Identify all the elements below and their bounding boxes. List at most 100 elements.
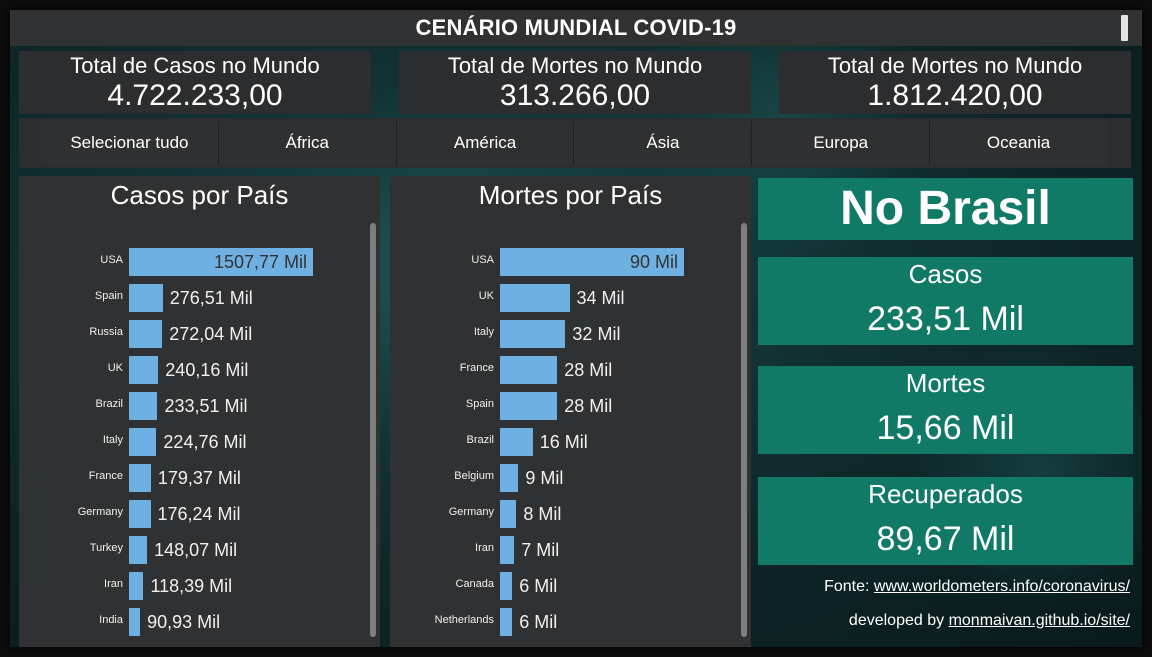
kpi-value: 4.722.233,00 <box>107 79 283 112</box>
developer-link[interactable]: monmaivan.github.io/site/ <box>949 612 1130 629</box>
bar[interactable] <box>500 356 558 384</box>
bar-row[interactable]: Germany 8 Mil <box>390 496 751 532</box>
bar-row[interactable]: Belgium 9 Mil <box>390 460 751 496</box>
slicer-item-europe[interactable]: Europa <box>752 121 931 165</box>
deaths-chart-title: Mortes por País <box>478 180 663 210</box>
category-label: USA <box>471 254 494 266</box>
cases-chart-scrollbar[interactable] <box>370 223 376 637</box>
bar[interactable] <box>129 608 141 636</box>
bar[interactable] <box>129 572 144 600</box>
bar[interactable] <box>129 284 163 312</box>
bar[interactable] <box>500 320 566 348</box>
slicer-item-asia[interactable]: Ásia <box>574 121 753 165</box>
kpi-label: Total de Mortes no Mundo <box>447 53 703 78</box>
bar-row[interactable]: USA 1507,77 Mil <box>19 244 380 280</box>
data-label: 32 Mil <box>572 324 621 344</box>
data-label: 272,04 Mil <box>169 324 253 344</box>
bar-row[interactable]: Brazil 16 Mil <box>390 424 751 460</box>
slicer-item-select-all[interactable]: Selecionar tudo <box>41 121 219 165</box>
card-label: Recuperados <box>868 479 1023 509</box>
bar-row[interactable]: Spain 276,51 Mil <box>19 280 380 316</box>
bar-row[interactable]: Canada 6 Mil <box>390 568 751 604</box>
bar[interactable] <box>500 428 533 456</box>
data-label: 8 Mil <box>523 504 562 524</box>
bar-row[interactable]: France 179,37 Mil <box>19 460 380 496</box>
cases-bar-chart: USA 1507,77 Mil Spain 276,51 Mil Russia 272,0… <box>19 244 380 636</box>
data-label: 34 Mil <box>576 288 625 308</box>
bar-row[interactable]: India 90,93 Mil <box>19 604 380 640</box>
deaths-chart-scrollbar[interactable] <box>741 223 747 637</box>
bar[interactable] <box>129 536 148 564</box>
kpi-total-deaths: Total de Mortes no Mundo 313.266,00 <box>399 51 751 114</box>
dashboard-frame: CENÁRIO MUNDIAL COVID-19 Total de Casos … <box>10 10 1142 647</box>
bar[interactable] <box>129 392 158 420</box>
bar[interactable] <box>129 428 157 456</box>
category-label: Germany <box>448 506 494 518</box>
category-label: Spain <box>94 290 123 302</box>
brasil-recovered-card: Recuperados 89,67 Mil <box>758 477 1133 565</box>
source-link[interactable]: www.worldometers.info/coronavirus/ <box>874 578 1130 595</box>
bar[interactable] <box>129 356 159 384</box>
kpi-value: 1.812.420,00 <box>867 79 1043 112</box>
bar[interactable] <box>129 500 151 528</box>
header-bar: CENÁRIO MUNDIAL COVID-19 <box>10 10 1142 46</box>
bar-row[interactable]: UK 34 Mil <box>390 280 751 316</box>
bar-row[interactable]: Italy 224,76 Mil <box>19 424 380 460</box>
data-label: 28 Mil <box>564 360 613 380</box>
bar-row[interactable]: Turkey 148,07 Mil <box>19 532 380 568</box>
data-label: 224,76 Mil <box>163 432 247 452</box>
category-label: UK <box>478 290 494 302</box>
data-label: 176,24 Mil <box>157 504 241 524</box>
bar[interactable] <box>500 536 515 564</box>
bar[interactable] <box>500 608 513 636</box>
data-label: 118,39 Mil <box>150 576 233 596</box>
data-label: 233,51 Mil <box>164 396 248 416</box>
bar[interactable] <box>500 392 558 420</box>
category-label: Turkey <box>89 542 123 554</box>
data-label: 6 Mil <box>519 576 558 596</box>
data-label: 90,93 Mil <box>147 612 221 632</box>
bar-row[interactable]: USA 90 Mil <box>390 244 751 280</box>
category-label: France <box>459 362 494 374</box>
scrollbar-handle[interactable] <box>1121 15 1128 41</box>
data-label: 179,37 Mil <box>157 468 241 488</box>
source-prefix: Fonte: <box>824 578 874 595</box>
bar[interactable] <box>500 464 519 492</box>
card-value: 89,67 Mil <box>876 520 1015 558</box>
bar[interactable] <box>500 572 513 600</box>
slicer-item-oceania[interactable]: Oceania <box>930 121 1107 165</box>
bar[interactable] <box>500 284 570 312</box>
category-label: Italy <box>473 326 494 338</box>
bar[interactable] <box>500 500 517 528</box>
data-label: 240,16 Mil <box>165 360 249 380</box>
bar-row[interactable]: Iran 118,39 Mil <box>19 568 380 604</box>
bar-row[interactable]: France 28 Mil <box>390 352 751 388</box>
bar[interactable] <box>129 464 151 492</box>
brasil-deaths-card: Mortes 15,66 Mil <box>758 366 1133 454</box>
slicer-item-africa[interactable]: África <box>218 121 397 165</box>
data-label: 1507,77 Mil <box>213 252 307 272</box>
kpi-total-cases: Total de Casos no Mundo 4.722.233,00 <box>19 51 371 114</box>
cases-chart-title: Casos por País <box>110 180 289 210</box>
brasil-cases-card: Casos 233,51 Mil <box>758 257 1133 345</box>
bar-row[interactable]: Italy 32 Mil <box>390 316 751 352</box>
bar[interactable] <box>129 320 163 348</box>
category-label: India <box>99 614 123 626</box>
data-label: 16 Mil <box>539 432 588 452</box>
data-label: 9 Mil <box>525 468 564 488</box>
bar-row[interactable]: Russia 272,04 Mil <box>19 316 380 352</box>
bar-row[interactable]: Brazil 233,51 Mil <box>19 388 380 424</box>
brasil-title: No Brasil <box>840 182 1051 235</box>
category-label: USA <box>100 254 123 266</box>
category-label: Spain <box>465 398 494 410</box>
bar-row[interactable]: UK 240,16 Mil <box>19 352 380 388</box>
slicer-item-america[interactable]: América <box>396 121 575 165</box>
continent-slicer: Selecionar tudo África América Ásia Euro… <box>19 118 1131 168</box>
bar-row[interactable]: Germany 176,24 Mil <box>19 496 380 532</box>
bar-row[interactable]: Netherlands 6 Mil <box>390 604 751 640</box>
card-label: Mortes <box>905 368 986 398</box>
data-label: 7 Mil <box>521 540 560 560</box>
bar-row[interactable]: Spain 28 Mil <box>390 388 751 424</box>
bar-row[interactable]: Iran 7 Mil <box>390 532 751 568</box>
kpi-label: Total de Casos no Mundo <box>70 53 320 78</box>
